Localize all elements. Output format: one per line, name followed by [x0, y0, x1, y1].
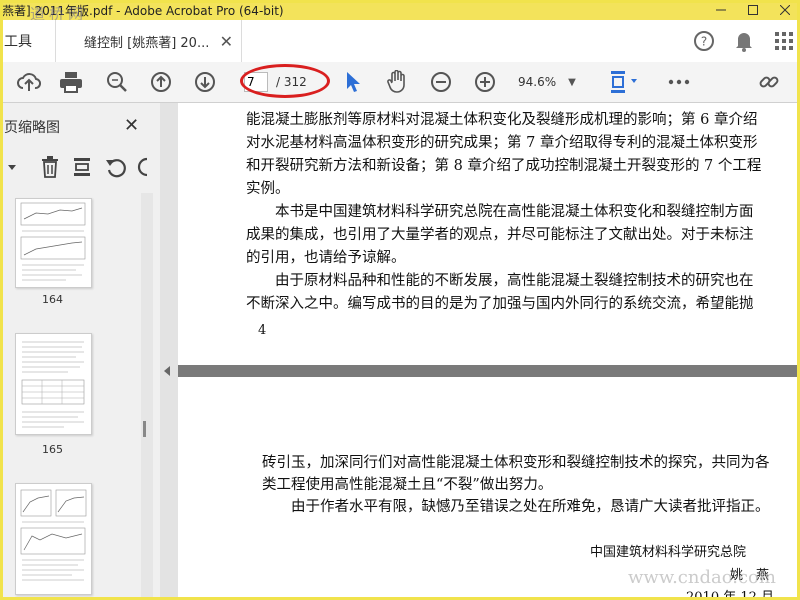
zoom-value: 94.6%: [518, 75, 557, 89]
upload-cloud-icon[interactable]: [16, 69, 42, 95]
trash-icon[interactable]: [38, 155, 62, 179]
close-window-button[interactable]: [770, 0, 800, 20]
text-line: 由于原材料品种和性能的不断发展，高性能混凝土裂缝控制技术的研究也在: [246, 273, 754, 289]
text-line: 实例。: [246, 181, 290, 197]
signature-organization: 中国建筑材料科学研究总院: [590, 545, 747, 560]
text-line: 成果的集成，也引用了大量学者的观点，并尽可能标注了文献出处。对于未标注: [246, 227, 754, 243]
signature-date: 2010 年 12 月: [686, 590, 775, 600]
title-bar: 燕著] 2011年版.pdf - Adobe Acrobat Pro (64-b…: [0, 0, 800, 23]
pane-title: 页缩略图: [4, 120, 60, 136]
bell-icon[interactable]: [731, 28, 757, 54]
tab-document[interactable]: 缝控制 [姚燕著] 20... ✕: [55, 20, 242, 62]
scrollbar-thumb[interactable]: [143, 421, 146, 437]
close-tab-icon[interactable]: ✕: [220, 32, 233, 51]
thumbnail-scrollbar[interactable]: [141, 193, 153, 600]
document-tab-label: 缝控制 [姚燕著] 20...: [84, 35, 210, 51]
chart-preview-icon: [20, 202, 86, 281]
text-line: 由于作者水平有限，缺憾乃至错误之处在所难免，恳请广大读者批评指正。: [262, 499, 770, 515]
thumbnail-page-166[interactable]: [15, 483, 92, 595]
share-link-icon[interactable]: [756, 69, 782, 95]
more-options-icon[interactable]: [666, 69, 692, 95]
thumbnail-label: 166: [15, 595, 90, 600]
rotate-left-icon[interactable]: [104, 155, 128, 179]
text-line: 对水泥基材料高温体积变形的研究成果；第 7 章介绍取得专利的混凝土体积变形: [246, 135, 758, 151]
red-highlight-ellipse: [240, 64, 330, 98]
previous-page-icon[interactable]: [148, 69, 174, 95]
text-line: 本书是中国建筑材料科学研究总院在高性能混凝土体积变化和裂缝控制方面: [246, 204, 754, 220]
tab-tools[interactable]: 工具: [0, 20, 55, 62]
hand-tool-icon[interactable]: [384, 69, 410, 95]
pane-splitter[interactable]: [160, 103, 178, 600]
minimize-button[interactable]: [706, 0, 736, 20]
zoom-out-icon[interactable]: [428, 69, 454, 95]
thumbnail-page-165[interactable]: [15, 333, 92, 435]
svg-text:?: ?: [701, 35, 707, 49]
close-icon: [780, 5, 790, 15]
maximize-icon: [748, 5, 758, 15]
thumbnail-label: 164: [42, 293, 63, 306]
document-view[interactable]: 能混凝土膨胀剂等原材料对混凝土体积变化及裂缝形成机理的影响；第 6 章介绍 对水…: [178, 103, 800, 600]
zoom-in-icon[interactable]: [472, 69, 498, 95]
thumbnail-label: 165: [42, 443, 63, 456]
text-line: 和开裂研究新方法和新设备；第 8 章介绍了成功控制混凝土开裂变形的 7 个工程: [246, 158, 762, 174]
options-dropdown-icon[interactable]: [0, 155, 24, 179]
help-icon[interactable]: ?: [691, 28, 717, 54]
close-pane-icon[interactable]: ✕: [124, 115, 139, 136]
chevron-down-icon: ▼: [568, 76, 576, 88]
apps-grid-icon[interactable]: [771, 28, 797, 54]
tab-bar: 工具 缝控制 [姚燕著] 20... ✕ ?: [0, 20, 800, 63]
thumbnail-list: 164 165: [0, 193, 140, 600]
page-display-icon[interactable]: [606, 69, 642, 95]
thumbnail-page-164[interactable]: [15, 198, 92, 288]
main-toolbar: / 312 94.6% ▼: [0, 62, 800, 103]
text-line: 类工程使用高性能混凝土且“不裂”做出努力。: [262, 477, 553, 493]
thumbnail-toolbar: [0, 153, 160, 183]
watermark-bottom: www.cndao.com: [628, 567, 776, 588]
next-page-icon[interactable]: [192, 69, 218, 95]
document-page: 能混凝土膨胀剂等原材料对混凝土体积变化及裂缝形成机理的影响；第 6 章介绍 对水…: [178, 103, 800, 365]
text-line: 不断深入之中。编写成书的目的是为了加强与国内外同行的系统交流，希望能抛: [246, 296, 754, 312]
collapse-arrow-icon[interactable]: [164, 366, 170, 376]
search-icon[interactable]: [104, 69, 130, 95]
extract-pages-icon[interactable]: [70, 155, 94, 179]
zoom-dropdown[interactable]: 94.6% ▼: [518, 72, 582, 92]
text-line: 砖引玉，加深同行们对高性能混凝土体积变形和裂缝控制技术的探究，共同为各: [262, 455, 770, 471]
chart-preview-icon: [20, 489, 87, 581]
page-number: 4: [258, 323, 267, 338]
select-cursor-icon[interactable]: [340, 69, 366, 95]
maximize-button[interactable]: [738, 0, 768, 20]
rotate-right-icon[interactable]: [134, 155, 158, 179]
page-thumbnails-pane: 页缩略图 ✕ 164 165: [0, 103, 161, 600]
text-line: 能混凝土膨胀剂等原材料对混凝土体积变化及裂缝形成机理的影响；第 6 章介绍: [246, 112, 758, 128]
table-preview-icon: [21, 341, 85, 428]
print-icon[interactable]: [58, 69, 84, 95]
text-line: 的引用，也请给予谅解。: [246, 250, 406, 266]
minimize-icon: [716, 9, 726, 11]
